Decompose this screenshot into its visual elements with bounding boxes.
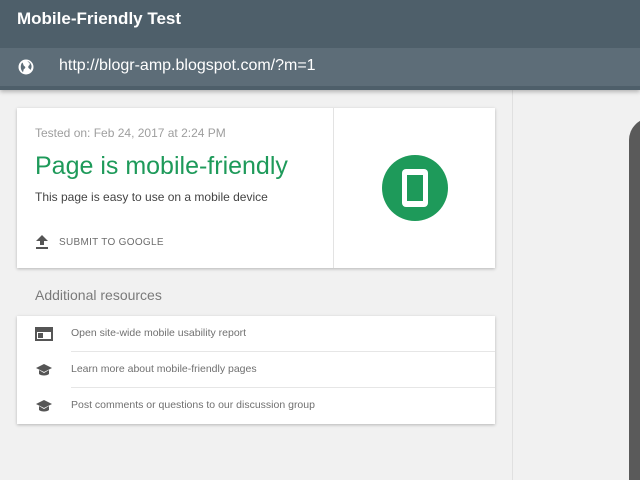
list-item-usability-report[interactable]: Open site-wide mobile usability report bbox=[17, 316, 495, 352]
list-item-label: Open site-wide mobile usability report bbox=[71, 327, 247, 339]
device-preview-pane bbox=[512, 90, 640, 480]
browser-window-icon bbox=[35, 327, 53, 341]
submit-button-label: SUBMIT TO GOOGLE bbox=[59, 236, 164, 248]
list-item-label: Learn more about mobile-friendly pages bbox=[71, 363, 257, 375]
url-bar[interactable]: http://blogr-amp.blogspot.com/?m=1 bbox=[0, 48, 640, 86]
app-header: Mobile-Friendly Test http://blogr-amp.bl… bbox=[0, 0, 640, 90]
submit-to-google-button[interactable]: SUBMIT TO GOOGLE bbox=[35, 232, 164, 252]
result-summary: Tested on: Feb 24, 2017 at 2:24 PM Page … bbox=[17, 108, 334, 268]
verdict-description: This page is easy to use on a mobile dev… bbox=[35, 190, 268, 204]
mobile-friendly-badge bbox=[382, 155, 448, 221]
phone-icon bbox=[402, 169, 428, 207]
resources-list: Open site-wide mobile usability report L… bbox=[17, 316, 495, 424]
test-timestamp: Tested on: Feb 24, 2017 at 2:24 PM bbox=[35, 126, 226, 140]
graduation-cap-icon bbox=[36, 400, 52, 412]
url-text[interactable]: http://blogr-amp.blogspot.com/?m=1 bbox=[59, 57, 316, 75]
list-item-label: Post comments or questions to our discus… bbox=[71, 399, 315, 411]
list-item-discussion-group[interactable]: Post comments or questions to our discus… bbox=[17, 388, 495, 424]
graduation-cap-icon bbox=[36, 364, 52, 376]
upload-icon bbox=[36, 235, 48, 249]
results-pane: Tested on: Feb 24, 2017 at 2:24 PM Page … bbox=[0, 90, 512, 480]
result-card: Tested on: Feb 24, 2017 at 2:24 PM Page … bbox=[17, 108, 495, 268]
verdict-heading: Page is mobile-friendly bbox=[35, 152, 288, 180]
list-item-learn-more[interactable]: Learn more about mobile-friendly pages bbox=[17, 352, 495, 388]
globe-icon bbox=[18, 59, 34, 75]
page-title: Mobile-Friendly Test bbox=[17, 9, 182, 28]
resources-heading: Additional resources bbox=[35, 287, 162, 303]
device-frame bbox=[629, 118, 640, 480]
